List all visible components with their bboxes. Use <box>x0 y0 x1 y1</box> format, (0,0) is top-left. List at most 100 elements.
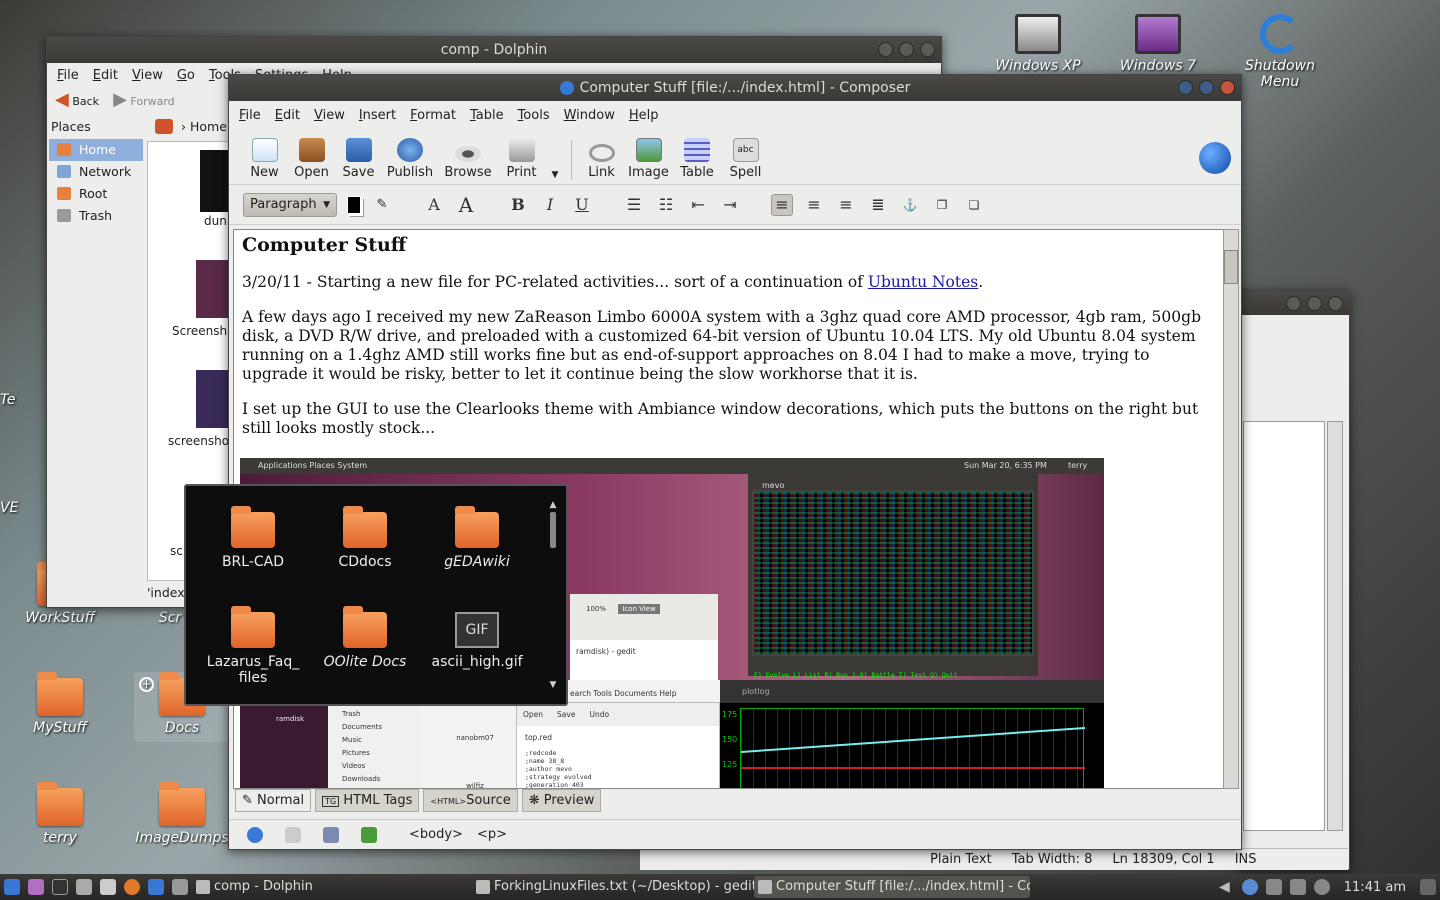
tray-icon[interactable] <box>1420 879 1436 895</box>
imagedumps-folder[interactable]: ImageDumps <box>134 782 230 846</box>
launcher-icon[interactable] <box>28 879 44 895</box>
clock[interactable]: 11:41 am <box>1344 880 1406 895</box>
task-gedit[interactable]: ForkingLinuxFiles.txt (~/Desktop) - gedi… <box>472 876 754 898</box>
ubuntu-notes-link[interactable]: Ubuntu Notes <box>868 273 978 291</box>
align-justify-icon[interactable]: ≣ <box>867 194 889 216</box>
task-composer[interactable]: Computer Stuff [file:/.../index.html] - … <box>754 876 1030 898</box>
gedit-text-area[interactable] <box>1243 421 1325 831</box>
places-item-home[interactable]: Home <box>49 139 143 161</box>
tag-p[interactable]: <p> <box>477 827 507 842</box>
places-item-trash[interactable]: Trash <box>49 205 143 227</box>
minimize-button[interactable] <box>1178 80 1193 95</box>
shutdown-menu-icon[interactable]: Shutdown Menu <box>1232 14 1328 90</box>
anchor-icon[interactable]: ⚓ <box>899 194 921 216</box>
tag-body[interactable]: <body> <box>409 827 463 842</box>
task-dolphin[interactable]: comp - Dolphin <box>192 876 472 898</box>
menu-insert[interactable]: Insert <box>359 108 396 123</box>
launcher-icon[interactable] <box>148 879 164 895</box>
tab-source[interactable]: <HTML>Source <box>423 789 518 812</box>
open-button[interactable]: Open <box>288 138 335 180</box>
layer-icon[interactable]: ❐ <box>931 194 953 216</box>
align-center-icon[interactable]: ≡ <box>803 194 825 216</box>
menu-edit[interactable]: Edit <box>275 108 300 123</box>
terminal-icon[interactable] <box>52 879 68 895</box>
smaller-font-icon[interactable]: A <box>455 193 477 217</box>
mail-icon[interactable] <box>285 826 301 843</box>
menu-edit[interactable]: Edit <box>93 68 118 83</box>
popup-item-brl-cad[interactable]: BRL-CAD <box>198 506 308 570</box>
firefox-icon[interactable] <box>124 879 140 895</box>
editor-scrollbar[interactable] <box>1223 229 1239 789</box>
table-button[interactable]: Table <box>672 138 722 180</box>
maximize-button[interactable] <box>1307 296 1322 311</box>
close-button[interactable] <box>1328 296 1343 311</box>
tab-normal[interactable]: ✎ Normal <box>235 789 312 812</box>
volume-icon[interactable] <box>1289 879 1306 895</box>
indent-icon[interactable]: ⇥ <box>719 194 741 216</box>
text-color-picker[interactable] <box>347 195 361 214</box>
menu-file[interactable]: File <box>239 108 261 123</box>
network-icon[interactable] <box>1241 879 1258 895</box>
composer-window[interactable]: Computer Stuff [file:/.../index.html] - … <box>228 74 1242 850</box>
paragraph-style-select[interactable]: Paragraph ▼ <box>243 192 337 217</box>
position-icon[interactable]: ❏ <box>963 194 985 216</box>
breadcrumb-home[interactable]: Home <box>190 119 227 134</box>
popup-item-cddocs[interactable]: CDdocs <box>310 506 420 570</box>
close-button[interactable] <box>920 42 935 57</box>
highlight-icon[interactable]: ✎ <box>371 194 393 216</box>
language-selector[interactable]: Plain Text <box>930 852 992 867</box>
browse-button[interactable]: Browse <box>438 138 498 180</box>
volume-icon[interactable] <box>1265 879 1282 895</box>
bold-icon[interactable]: B <box>507 194 529 216</box>
back-button[interactable]: ◀ Back <box>55 89 99 110</box>
maximize-button[interactable] <box>899 42 914 57</box>
print-button[interactable]: Print <box>498 138 545 180</box>
places-item-root[interactable]: Root <box>49 183 143 205</box>
breadcrumb[interactable]: › Home <box>151 119 227 134</box>
new-button[interactable]: New <box>241 138 288 180</box>
numbered-list-icon[interactable]: ☷ <box>655 194 677 216</box>
terry-folder[interactable]: terry <box>12 782 108 846</box>
publish-button[interactable]: Publish <box>382 138 438 180</box>
left-arrow-icon[interactable]: ◀ <box>1219 879 1230 895</box>
info-icon[interactable] <box>1313 879 1330 895</box>
underline-icon[interactable]: U <box>571 194 593 216</box>
ve-icon[interactable]: VE <box>0 500 50 516</box>
popup-item-lazarus[interactable]: Lazarus_Faq_ files <box>198 606 308 686</box>
address-book-icon[interactable] <box>323 826 339 843</box>
link-button[interactable]: Link <box>578 138 625 180</box>
image-button[interactable]: Image <box>625 138 672 180</box>
te-icon[interactable]: Te <box>0 392 50 408</box>
menu-view[interactable]: View <box>314 108 345 123</box>
spell-button[interactable]: abc Spell <box>722 138 769 180</box>
menu-help[interactable]: Help <box>629 108 659 123</box>
places-item-network[interactable]: Network <box>49 161 143 183</box>
plus-icon[interactable]: + <box>139 677 154 692</box>
align-right-icon[interactable]: ≡ <box>835 194 857 216</box>
tab-preview[interactable]: ❋ Preview <box>521 789 602 812</box>
menu-window[interactable]: Window <box>564 108 615 123</box>
forward-button[interactable]: ▶ Forward <box>113 89 175 110</box>
windows-xp-icon[interactable]: Windows XP <box>990 14 1086 74</box>
menu-table[interactable]: Table <box>470 108 504 123</box>
close-button[interactable] <box>1220 80 1235 95</box>
mystuff-folder[interactable]: MyStuff <box>12 672 108 736</box>
composer-icon[interactable] <box>361 826 377 843</box>
scroll-up-icon[interactable]: ▲ <box>548 500 558 510</box>
popup-item-gedawiki[interactable]: gEDAwiki <box>422 506 532 570</box>
minimize-button[interactable] <box>878 42 893 57</box>
tab-html-tags[interactable]: TG HTML Tags <box>315 789 420 812</box>
launcher-icon[interactable] <box>100 879 116 895</box>
scroll-down-icon[interactable]: ▼ <box>548 680 558 690</box>
align-left-icon[interactable]: ≡ <box>771 193 793 216</box>
folder-view-popup[interactable]: BRL-CAD CDdocs gEDAwiki Lazarus_Faq_ fil… <box>184 484 568 706</box>
popup-scrollbar[interactable]: ▲ ▼ <box>548 500 558 690</box>
tab-width-selector[interactable]: Tab Width: 8 <box>1012 852 1093 867</box>
kde-menu-icon[interactable] <box>4 879 20 895</box>
outdent-icon[interactable]: ⇤ <box>687 194 709 216</box>
italic-icon[interactable]: I <box>539 194 561 216</box>
popup-item-oolite[interactable]: OOlite Docs <box>310 606 420 670</box>
bullet-list-icon[interactable]: ☰ <box>623 194 645 216</box>
launcher-icon[interactable] <box>172 879 188 895</box>
navigator-icon[interactable] <box>247 826 263 843</box>
